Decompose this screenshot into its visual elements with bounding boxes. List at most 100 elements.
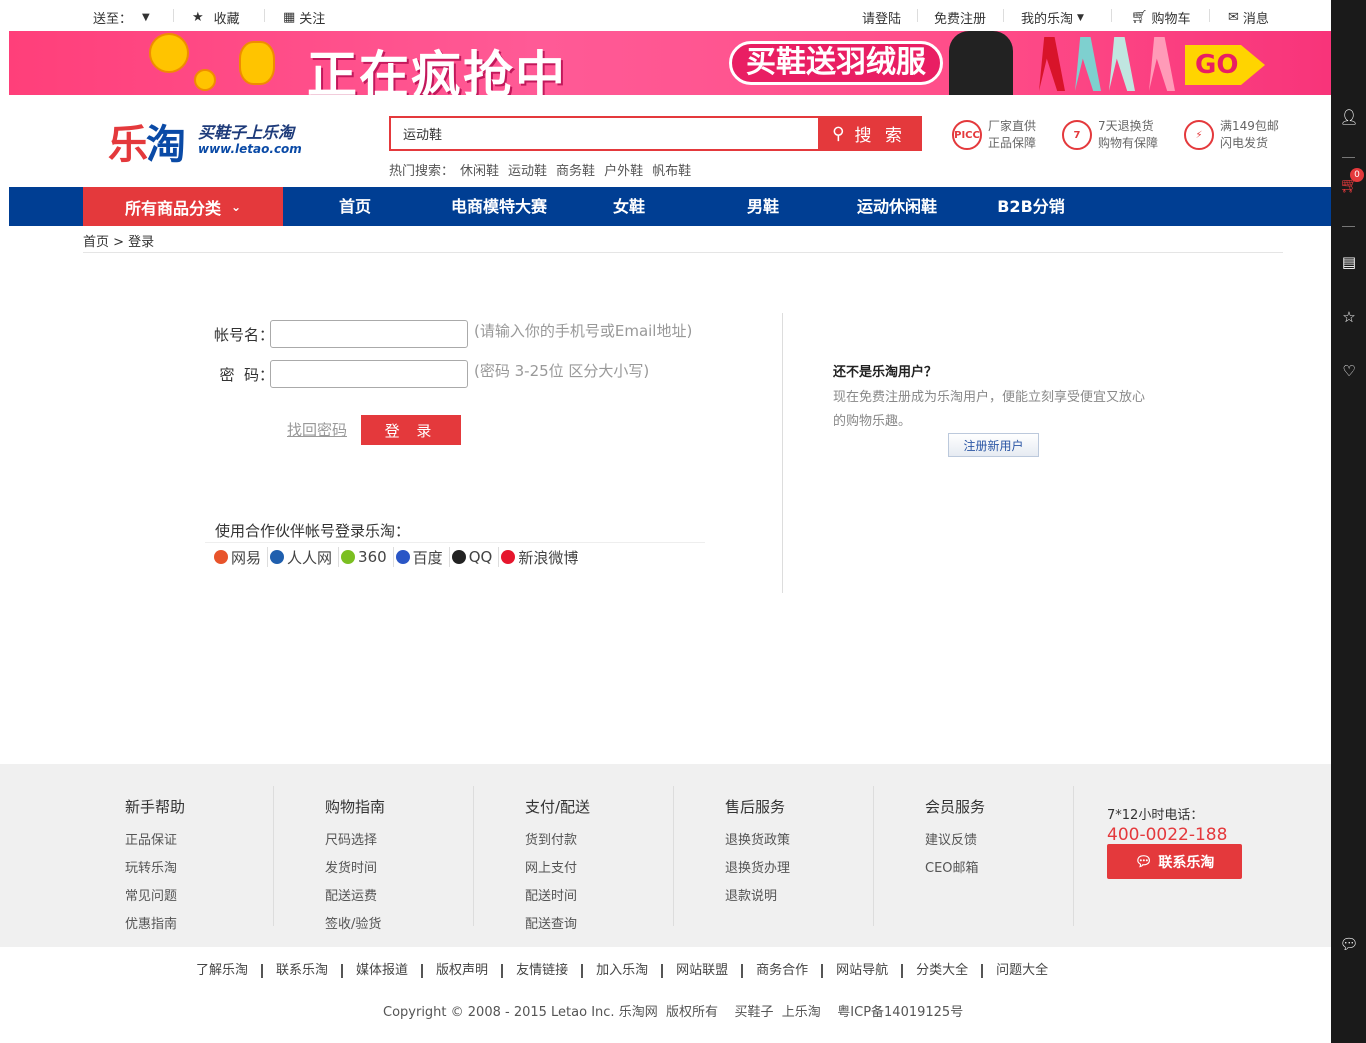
divider: [1209, 9, 1210, 22]
document-icon[interactable]: ▤: [1339, 253, 1359, 273]
footer-column-guide: 购物指南 尺码选择 发货时间 配送运费 签收/验货: [325, 796, 385, 939]
footer-link[interactable]: 建议反馈: [925, 827, 985, 855]
footer-link[interactable]: 配送运费: [325, 883, 385, 911]
user-icon[interactable]: 👤︎: [1339, 108, 1359, 128]
breadcrumb: 首页 > 登录: [83, 235, 155, 250]
partner-baidu[interactable]: 百度: [394, 547, 450, 567]
search-button[interactable]: ⚲ 搜 索: [818, 118, 920, 149]
footer-bottom-link[interactable]: 了解乐淘: [196, 964, 264, 978]
footer-link[interactable]: 货到付款: [525, 827, 590, 855]
footer-link[interactable]: 常见问题: [125, 883, 185, 911]
service-promises: PICC 厂家直供 正品保障 7 7天退换货 购物有保障 ⚡ 满149包邮 闪电发货: [952, 118, 1279, 152]
divider: [1342, 226, 1355, 227]
footer-link[interactable]: CEO邮箱: [925, 855, 985, 883]
footer-link[interactable]: 退款说明: [725, 883, 790, 911]
register-description: 现在免费注册成为乐淘用户，便能立刻享受便宜又放心的购物乐趣。: [833, 390, 1146, 429]
messages-label: 消息: [1242, 12, 1269, 27]
right-toolbar: 👤︎ 🛒︎ ▤ ☆ ♡ 💬︎: [1331, 0, 1366, 1043]
divider: [473, 786, 474, 926]
footer-link[interactable]: 优惠指南: [125, 911, 185, 939]
divider: [873, 786, 874, 926]
footer-bottom-link[interactable]: 分类大全: [903, 964, 984, 978]
my-letao-menu[interactable]: 我的乐淘 ▼: [1021, 8, 1084, 27]
category-label: 所有商品分类: [124, 198, 221, 218]
footer-link[interactable]: 发货时间: [325, 855, 385, 883]
login-link[interactable]: 请登陆: [862, 8, 901, 27]
password-row: 密 码： (密码 3-25位 区分大小写): [204, 360, 649, 388]
favorite-label: 收藏: [213, 12, 240, 27]
heart-icon[interactable]: ♡: [1339, 362, 1359, 382]
partner-netease[interactable]: 网易: [212, 547, 269, 567]
chat-icon[interactable]: 💬︎: [1339, 935, 1359, 955]
nav-item-women[interactable]: 女鞋: [599, 187, 659, 226]
partner-renren[interactable]: 人人网: [268, 547, 340, 567]
account-input[interactable]: [270, 320, 468, 348]
footer-bottom-link[interactable]: 网站导航: [823, 964, 904, 978]
forgot-password-link[interactable]: 找回密码: [287, 419, 347, 440]
footer-bottom-link[interactable]: 版权声明: [423, 964, 504, 978]
footer-bottom-link[interactable]: 商务合作: [743, 964, 824, 978]
partner-360[interactable]: 360: [339, 547, 394, 567]
messages-link[interactable]: ✉ 消息: [1228, 8, 1269, 27]
footer-link[interactable]: 配送查询: [525, 911, 590, 939]
favorite-link[interactable]: ★ 收藏: [192, 8, 240, 27]
site-logo[interactable]: 乐淘 买鞋子上乐淘 www.letao.com: [108, 112, 302, 170]
partner-weibo[interactable]: 新浪微博: [499, 547, 584, 567]
register-new-user-button[interactable]: 注册新用户: [948, 433, 1039, 457]
divider: [205, 542, 705, 543]
login-button[interactable]: 登 录: [361, 415, 461, 445]
envelope-icon: ✉: [1228, 10, 1239, 25]
banner-headline: 正在疯抢中: [307, 46, 567, 95]
promise-genuine: PICC 厂家直供 正品保障: [952, 118, 1036, 152]
footer-link[interactable]: 退换货办理: [725, 855, 790, 883]
divider: [673, 786, 674, 926]
footer-bottom-link[interactable]: 问题大全: [983, 964, 1061, 978]
footer-link[interactable]: 退换货政策: [725, 827, 790, 855]
footer-link[interactable]: 签收/验货: [325, 911, 385, 939]
heel-image: [1149, 37, 1175, 91]
nav-item-sports[interactable]: 运动休闲鞋: [847, 187, 947, 226]
partner-qq[interactable]: QQ: [450, 547, 500, 567]
cart-count-badge: 0: [1350, 168, 1364, 182]
nav-item-men[interactable]: 男鞋: [733, 187, 793, 226]
search-bar: ⚲ 搜 索: [389, 116, 922, 151]
hot-term[interactable]: 户外鞋: [604, 160, 643, 179]
contact-button[interactable]: 💬︎ 联系乐淘: [1107, 844, 1242, 879]
cart-link[interactable]: 🛒︎ 购物车: [1131, 8, 1191, 27]
footer-link[interactable]: 尺码选择: [325, 827, 385, 855]
footer-bottom-link[interactable]: 网站联盟: [663, 964, 744, 978]
promise-shipping: ⚡ 满149包邮 闪电发货: [1184, 118, 1279, 152]
hotline-number: 400-0022-188: [1107, 825, 1228, 845]
hot-term[interactable]: 休闲鞋: [460, 160, 499, 179]
footer-bottom-link[interactable]: 友情链接: [503, 964, 584, 978]
hot-term[interactable]: 帆布鞋: [652, 160, 691, 179]
promo-banner[interactable]: 正在疯抢中 买鞋送羽绒服 GO: [9, 31, 1331, 95]
divider: [782, 313, 783, 593]
nav-item-home[interactable]: 首页: [323, 187, 387, 226]
register-link[interactable]: 免费注册: [934, 8, 986, 27]
caret-down-icon: ▼: [142, 12, 150, 23]
category-menu[interactable]: 所有商品分类 ⌄: [83, 187, 283, 226]
footer-link[interactable]: 网上支付: [525, 855, 590, 883]
footer-link[interactable]: 玩转乐淘: [125, 855, 185, 883]
hot-term[interactable]: 运动鞋: [508, 160, 547, 179]
footer-bottom-link[interactable]: 媒体报道: [343, 964, 424, 978]
partner-login-list: 网易 人人网 360 百度 QQ 新浪微博: [212, 547, 584, 567]
coin-decoration: [194, 69, 216, 91]
footer-link[interactable]: 正品保证: [125, 827, 185, 855]
search-input[interactable]: [391, 118, 818, 149]
hot-term[interactable]: 商务鞋: [556, 160, 595, 179]
footer-bottom-link[interactable]: 联系乐淘: [263, 964, 344, 978]
account-hint: (请输入你的手机号或Email地址): [474, 321, 693, 340]
password-input[interactable]: [270, 360, 468, 388]
ship-to-selector[interactable]: 送至： ▼: [93, 8, 150, 27]
copyright: Copyright © 2008 - 2015 Letao Inc. 乐淘网 版…: [383, 1005, 964, 1020]
follow-link[interactable]: ▦ 关注: [283, 8, 325, 27]
nav-item-model-contest[interactable]: 电商模特大赛: [439, 187, 559, 226]
nav-item-b2b[interactable]: B2B分销: [989, 187, 1073, 226]
divider: [1111, 9, 1112, 22]
footer-bottom-link[interactable]: 加入乐淘: [583, 964, 664, 978]
star-outline-icon[interactable]: ☆: [1339, 308, 1359, 328]
footer-link[interactable]: 配送时间: [525, 883, 590, 911]
register-title: 还不是乐淘用户？: [833, 365, 938, 380]
